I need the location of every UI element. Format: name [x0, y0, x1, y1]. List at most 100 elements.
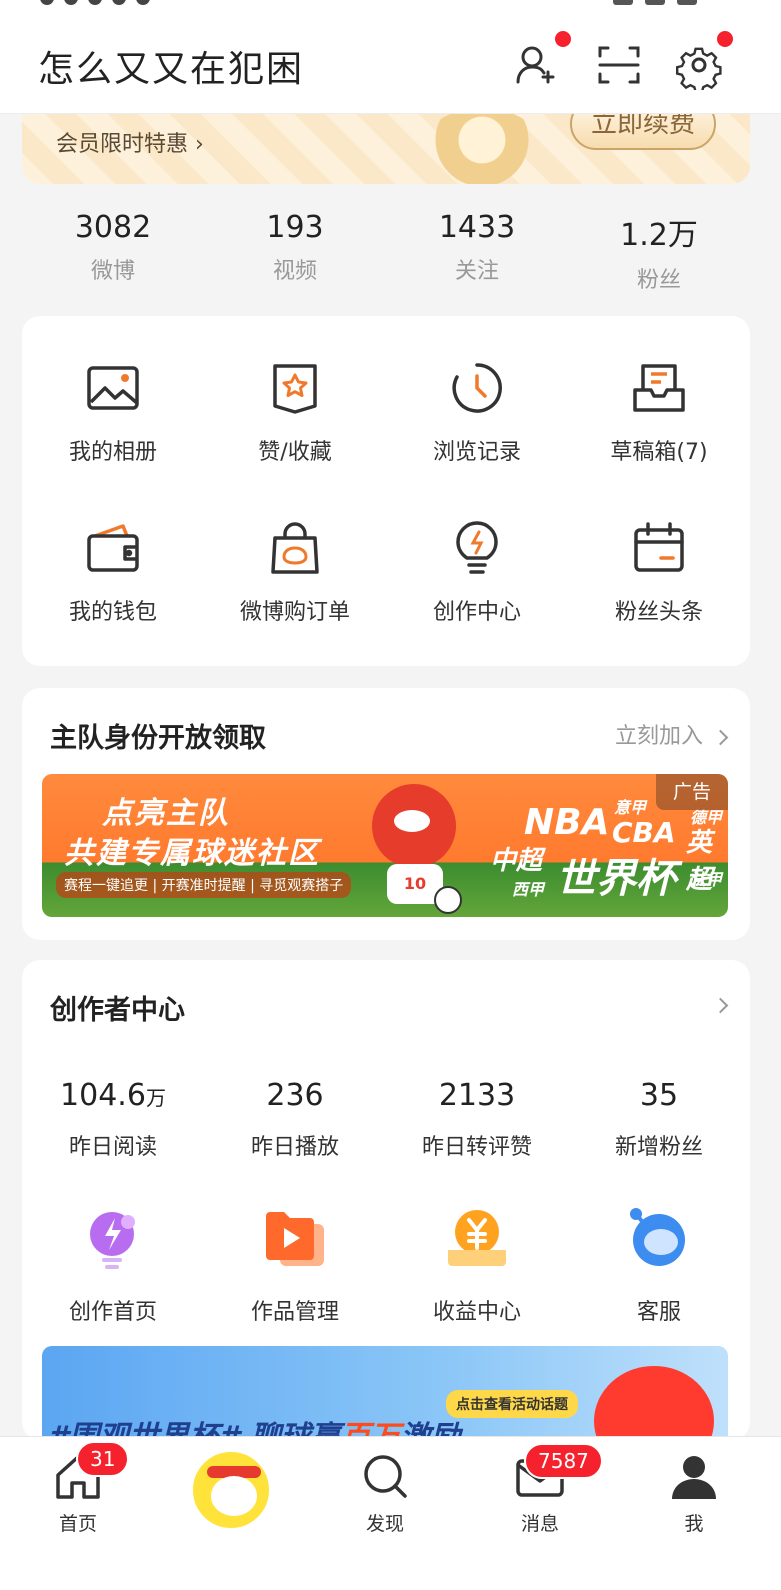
event-topic-pill[interactable]: 点击查看活动话题: [446, 1390, 578, 1418]
creator-stat-engagement[interactable]: 2133 昨日转评赞: [386, 1078, 568, 1161]
wallet-icon: [85, 520, 141, 576]
weibo-logo-illustration: [594, 1366, 714, 1440]
tab-me[interactable]: 我: [644, 1451, 744, 1536]
shortcut-drafts[interactable]: 草稿箱(7): [568, 360, 750, 466]
renew-button[interactable]: 立即续费: [570, 114, 716, 150]
tab-label: 首页: [58, 1513, 97, 1535]
bottom-tab-bar: 首页 31 发现 消息 7587 我: [0, 1436, 781, 1590]
shortcut-label: 粉丝头条: [614, 600, 703, 625]
league-csl: 中超: [490, 846, 543, 876]
stat-following[interactable]: 1433 关注: [386, 210, 568, 285]
settings-icon[interactable]: [674, 40, 724, 94]
shortcut-fan-headlines[interactable]: 粉丝头条: [568, 520, 750, 626]
stat-number: 104.6万: [22, 1078, 204, 1113]
ad-headline-2: 共建专属球迷社区: [64, 836, 320, 871]
username[interactable]: 怎么又又在犯困: [38, 40, 304, 92]
league-cba: CBA: [612, 816, 676, 849]
join-now-link[interactable]: 立刻加入: [614, 718, 729, 750]
shortcut-favorites[interactable]: 赞/收藏: [204, 360, 386, 466]
customer-service-icon: [624, 1204, 694, 1274]
profile-header: 怎么又又在犯困: [0, 14, 781, 114]
stat-number: 3082: [74, 210, 152, 245]
add-friend-icon[interactable]: [510, 40, 560, 90]
status-icons-left: [40, 0, 300, 6]
status-bar: [0, 0, 781, 14]
stat-label: 视频: [272, 259, 317, 284]
shortcut-label: 微博购订单: [239, 600, 350, 625]
league-worldcup: 世界杯: [556, 856, 676, 902]
worldcup-event-banner[interactable]: 点击查看活动话题 #围观世界杯# 聊球赢百万激励: [42, 1346, 728, 1440]
shortcuts-card: 我的相册 赞/收藏 浏览记录 草稿箱(7) 我的钱包 微博购订单 创作中心 粉丝…: [22, 316, 750, 666]
team-card: 主队身份开放领取 立刻加入 点亮主队 共建专属球迷社区 赛程一键追更 | 开赛准…: [22, 688, 750, 940]
add-friend-dot: [555, 31, 571, 47]
tool-label: 收益中心: [432, 1300, 521, 1325]
tool-creation-home[interactable]: 创作首页: [22, 1204, 204, 1326]
creator-stat-reads[interactable]: 104.6万 昨日阅读: [22, 1078, 204, 1161]
stat-number: 1.2万: [620, 218, 698, 253]
shortcut-label: 草稿箱(7): [610, 440, 708, 465]
scan-icon[interactable]: [594, 40, 644, 90]
stat-label: 昨日阅读: [68, 1135, 157, 1160]
shortcut-label: 浏览记录: [432, 440, 521, 465]
tool-customer-service[interactable]: 客服: [568, 1204, 750, 1326]
stat-label: 微博: [90, 259, 135, 284]
tab-discover[interactable]: 发现: [335, 1451, 435, 1536]
stat-fans[interactable]: 1.2万 粉丝: [568, 210, 750, 294]
shortcut-history[interactable]: 浏览记录: [386, 360, 568, 466]
stat-video[interactable]: 193 视频: [204, 210, 386, 285]
tab-label: 发现: [365, 1513, 404, 1535]
join-now-label: 立刻加入: [614, 724, 703, 749]
profile-stats: 3082 微博 193 视频 1433 关注 1.2万 粉丝: [22, 210, 750, 293]
home-badge: 31: [76, 1441, 130, 1477]
stat-number: 35: [639, 1078, 679, 1113]
vip-banner[interactable]: 会员限时特惠 › 立即续费: [22, 114, 750, 184]
tool-label: 创作首页: [68, 1300, 157, 1325]
shortcut-orders[interactable]: 微博购订单: [204, 520, 386, 626]
stat-label: 粉丝: [636, 268, 681, 293]
tool-income-center[interactable]: 收益中心: [386, 1204, 568, 1326]
center-avatar[interactable]: [190, 1449, 272, 1531]
stat-unit: 万: [145, 1086, 166, 1110]
drafts-icon: [631, 360, 687, 416]
stat-label: 昨日播放: [250, 1135, 339, 1160]
stat-number: 236: [266, 1078, 324, 1113]
league-seriea: 意甲: [614, 798, 647, 817]
league-list: NBA 意甲 德甲 CBA 英超 中超 西甲 世界杯 法甲: [442, 792, 728, 912]
lightbulb-icon: [449, 520, 505, 576]
creation-home-icon: [78, 1204, 148, 1274]
league-ligue1: 法甲: [690, 870, 723, 889]
vip-promo-link[interactable]: 会员限时特惠 ›: [56, 126, 204, 158]
shortcut-creation-center[interactable]: 创作中心: [386, 520, 568, 626]
status-icons-right: [601, 0, 741, 6]
creator-stat-new-fans[interactable]: 35 新增粉丝: [568, 1078, 750, 1161]
creator-stat-plays[interactable]: 236 昨日播放: [204, 1078, 386, 1161]
league-laliga: 西甲: [512, 880, 545, 899]
mascot-eye: [394, 810, 430, 832]
stat-label: 关注: [454, 259, 499, 284]
shortcut-label: 赞/收藏: [258, 440, 332, 465]
shortcut-wallet[interactable]: 我的钱包: [22, 520, 204, 626]
creator-center-card: 创作者中心 104.6万 昨日阅读 236 昨日播放 2133 昨日转评赞 35…: [22, 960, 750, 1440]
ad-subtitle: 赛程一键追更 | 开赛准时提醒 | 寻觅观赛搭子: [56, 872, 352, 898]
album-icon: [85, 360, 141, 416]
creator-more-link[interactable]: [703, 992, 729, 1017]
stat-number: 1433: [438, 210, 516, 245]
calendar-icon: [631, 520, 687, 576]
tab-label: 我: [684, 1513, 704, 1535]
stat-weibo[interactable]: 3082 微博: [22, 210, 204, 285]
team-ad-banner[interactable]: 点亮主队 共建专属球迷社区 赛程一键追更 | 开赛准时提醒 | 寻觅观赛搭子 1…: [42, 774, 728, 917]
creator-card-title[interactable]: 创作者中心: [50, 988, 185, 1027]
ad-headline-1: 点亮主队: [102, 796, 230, 831]
tool-works-manage[interactable]: 作品管理: [204, 1204, 386, 1326]
stat-label: 新增粉丝: [614, 1135, 703, 1160]
shortcut-album[interactable]: 我的相册: [22, 360, 204, 466]
ad-tag: 广告: [656, 774, 728, 810]
works-manage-icon: [260, 1204, 330, 1274]
team-card-title: 主队身份开放领取: [50, 723, 266, 754]
history-icon: [449, 360, 505, 416]
tab-label: 消息: [520, 1513, 559, 1535]
chevron-right-icon: [712, 997, 729, 1013]
favorites-icon: [267, 360, 323, 416]
profile-icon: [668, 1451, 720, 1503]
stat-number: 2133: [438, 1078, 516, 1113]
